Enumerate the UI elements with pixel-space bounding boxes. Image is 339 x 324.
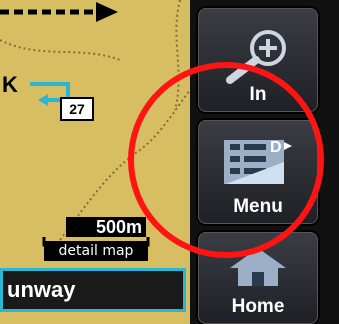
menu-list-icon: D (224, 139, 292, 184)
sidebar: In D Menu Home (190, 0, 339, 324)
svg-text:D: D (270, 139, 282, 156)
home-label: Home (231, 296, 285, 317)
route-number-badge: 27 (60, 97, 94, 121)
map-scale: 500m detail map (44, 217, 148, 263)
scale-value: 500m (66, 217, 146, 237)
svg-text:K: K (2, 72, 18, 97)
zoom-in-label: In (249, 84, 267, 105)
home-button[interactable]: Home (198, 232, 318, 324)
direction-arrow-icon (0, 2, 118, 22)
home-icon (230, 248, 286, 286)
scale-label: detail map (44, 241, 148, 261)
zoom-in-magnifier-icon (226, 30, 286, 84)
runway-field[interactable]: unway (0, 268, 186, 312)
menu-label: Menu (233, 196, 283, 217)
menu-button[interactable]: D Menu (198, 120, 318, 224)
zoom-in-button[interactable]: In (198, 8, 318, 112)
